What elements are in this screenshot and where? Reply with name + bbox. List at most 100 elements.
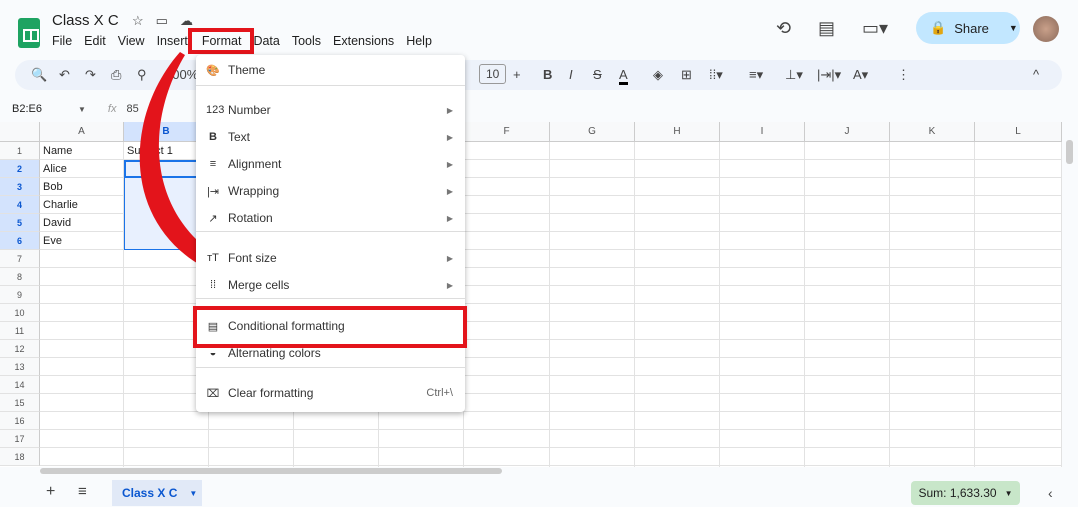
print-icon[interactable]: ⎙ — [111, 67, 121, 83]
increase-font-icon[interactable]: + — [513, 67, 521, 82]
menu-item-merge-cells[interactable]: ⁞⁞ Merge cells ▶ — [196, 272, 465, 298]
horizontal-scrollbar[interactable] — [40, 468, 502, 474]
cell[interactable]: Name — [40, 142, 72, 160]
column-header[interactable]: G — [550, 122, 635, 142]
menu-tools[interactable]: Tools — [292, 34, 321, 48]
menu-item-rotation[interactable]: ↗ Rotation ▶ — [196, 205, 465, 231]
row-header[interactable]: 2 — [0, 160, 40, 178]
strikethrough-icon[interactable]: S — [593, 67, 602, 82]
text-color-icon[interactable]: A — [619, 67, 628, 85]
avatar[interactable] — [1033, 16, 1059, 42]
row-header[interactable]: 18 — [0, 448, 40, 466]
menu-item-text[interactable]: B Text ▶ — [196, 124, 465, 150]
document-title[interactable]: Class X C — [52, 12, 119, 29]
menu-item-font-size[interactable]: тT Font size ▶ — [196, 245, 465, 271]
row-header[interactable]: 16 — [0, 412, 40, 430]
italic-icon[interactable]: I — [569, 67, 573, 82]
redo-icon[interactable]: ↷ — [85, 67, 96, 83]
bold-icon[interactable]: B — [543, 67, 552, 82]
menu-view[interactable]: View — [118, 34, 145, 48]
cloud-status-icon[interactable]: ☁ — [180, 13, 193, 29]
row-header[interactable]: 6 — [0, 232, 40, 250]
row-header[interactable]: 5 — [0, 214, 40, 232]
cell[interactable]: Alice — [40, 160, 67, 178]
wrap-icon[interactable]: |⇥|▾ — [817, 67, 841, 83]
name-box-dropdown-icon[interactable]: ▼ — [78, 105, 86, 114]
share-button[interactable]: 🔒 Share ▼ — [916, 12, 1020, 44]
more-icon[interactable]: ⋮ — [897, 67, 910, 83]
cell[interactable]: Eve — [40, 232, 62, 250]
meet-icon[interactable]: ▭▾ — [862, 18, 888, 39]
row-header[interactable]: 7 — [0, 250, 40, 268]
search-icon[interactable]: 🔍 — [31, 67, 47, 83]
star-icon[interactable]: ☆ — [132, 13, 144, 29]
column-header[interactable]: J — [805, 122, 890, 142]
row-header[interactable]: 1 — [0, 142, 40, 160]
collapse-icon[interactable]: ^ — [1033, 67, 1039, 82]
fill-color-icon[interactable]: ◈ — [653, 67, 663, 83]
sheets-logo[interactable] — [18, 18, 40, 48]
halign-icon[interactable]: ≡▾ — [749, 67, 763, 83]
add-sheet-icon[interactable]: + — [46, 483, 55, 501]
rotation-icon[interactable]: A▾ — [853, 67, 868, 83]
sheet-tab[interactable]: Class X C ▼ — [112, 480, 202, 506]
sheet-tab-dropdown-icon[interactable]: ▼ — [189, 489, 197, 498]
row-header[interactable]: 9 — [0, 286, 40, 304]
merge-icon[interactable]: ⁞⁞▾ — [709, 67, 723, 83]
row-header[interactable]: 17 — [0, 430, 40, 448]
side-panel-toggle-icon[interactable]: ‹ — [1048, 485, 1053, 501]
row-header[interactable]: 3 — [0, 178, 40, 196]
cell[interactable]: David — [40, 214, 71, 232]
spreadsheet-grid[interactable]: ABCDEFGHIJKL123456789101112131415161718N… — [0, 122, 1062, 467]
row-header[interactable]: 14 — [0, 376, 40, 394]
menu-item-theme[interactable]: 🎨 Theme — [196, 57, 465, 83]
corner-select[interactable] — [0, 122, 40, 142]
menu-help[interactable]: Help — [406, 34, 432, 48]
alternating-colors-icon: ◒ — [209, 347, 217, 359]
formula-input[interactable]: 85 — [126, 103, 138, 115]
valign-icon[interactable]: ⊥▾ — [785, 67, 803, 83]
cell[interactable]: Bob — [40, 178, 63, 196]
column-header[interactable]: A — [40, 122, 124, 142]
menu-edit[interactable]: Edit — [84, 34, 106, 48]
row-header[interactable]: 15 — [0, 394, 40, 412]
menu-data[interactable]: Data — [253, 34, 279, 48]
column-header[interactable]: H — [635, 122, 720, 142]
menu-item-label: Text — [228, 130, 251, 144]
column-header[interactable]: I — [720, 122, 805, 142]
row-header[interactable]: 10 — [0, 304, 40, 322]
comments-icon[interactable]: ▤ — [818, 18, 835, 39]
row-header[interactable]: 8 — [0, 268, 40, 286]
cell[interactable]: Subject 1 — [124, 142, 173, 160]
menu-item-label: Alignment — [228, 157, 282, 171]
menu-item-clear-formatting[interactable]: ⌧ Clear formatting Ctrl+\ — [196, 380, 465, 406]
column-header[interactable]: K — [890, 122, 975, 142]
name-box[interactable]: B2:E6 — [12, 103, 78, 115]
row-header[interactable]: 13 — [0, 358, 40, 376]
sum-dropdown-icon: ▼ — [1004, 488, 1013, 498]
menu-item-alignment[interactable]: ≡ Alignment ▶ — [196, 151, 465, 177]
row-header[interactable]: 12 — [0, 340, 40, 358]
column-header[interactable]: F — [464, 122, 550, 142]
menu-extensions[interactable]: Extensions — [333, 34, 394, 48]
zoom-select[interactable]: 100% — [165, 67, 198, 82]
paint-format-icon[interactable]: ⚲ — [137, 67, 147, 83]
borders-icon[interactable]: ⊞ — [681, 67, 692, 83]
share-label: Share — [954, 20, 989, 36]
sum-badge[interactable]: Sum: 1,633.30 ▼ — [911, 481, 1020, 505]
cell[interactable]: Charlie — [40, 196, 78, 214]
menu-item-wrapping[interactable]: |⇥ Wrapping ▶ — [196, 178, 465, 204]
row-header[interactable]: 4 — [0, 196, 40, 214]
share-dropdown-icon[interactable]: ▼ — [1009, 23, 1018, 33]
undo-icon[interactable]: ↶ — [59, 67, 70, 83]
move-folder-icon[interactable]: ▭ — [156, 13, 168, 29]
vertical-scrollbar[interactable] — [1066, 140, 1073, 164]
font-size-input[interactable]: 10 — [479, 64, 507, 84]
menu-file[interactable]: File — [52, 34, 72, 48]
column-header[interactable]: L — [975, 122, 1062, 142]
menu-insert[interactable]: Insert — [157, 34, 188, 48]
row-header[interactable]: 11 — [0, 322, 40, 340]
all-sheets-icon[interactable]: ≡ — [78, 483, 87, 500]
menu-item-number[interactable]: 123 Number ▶ — [196, 97, 465, 123]
history-icon[interactable]: ⟲ — [776, 18, 791, 39]
